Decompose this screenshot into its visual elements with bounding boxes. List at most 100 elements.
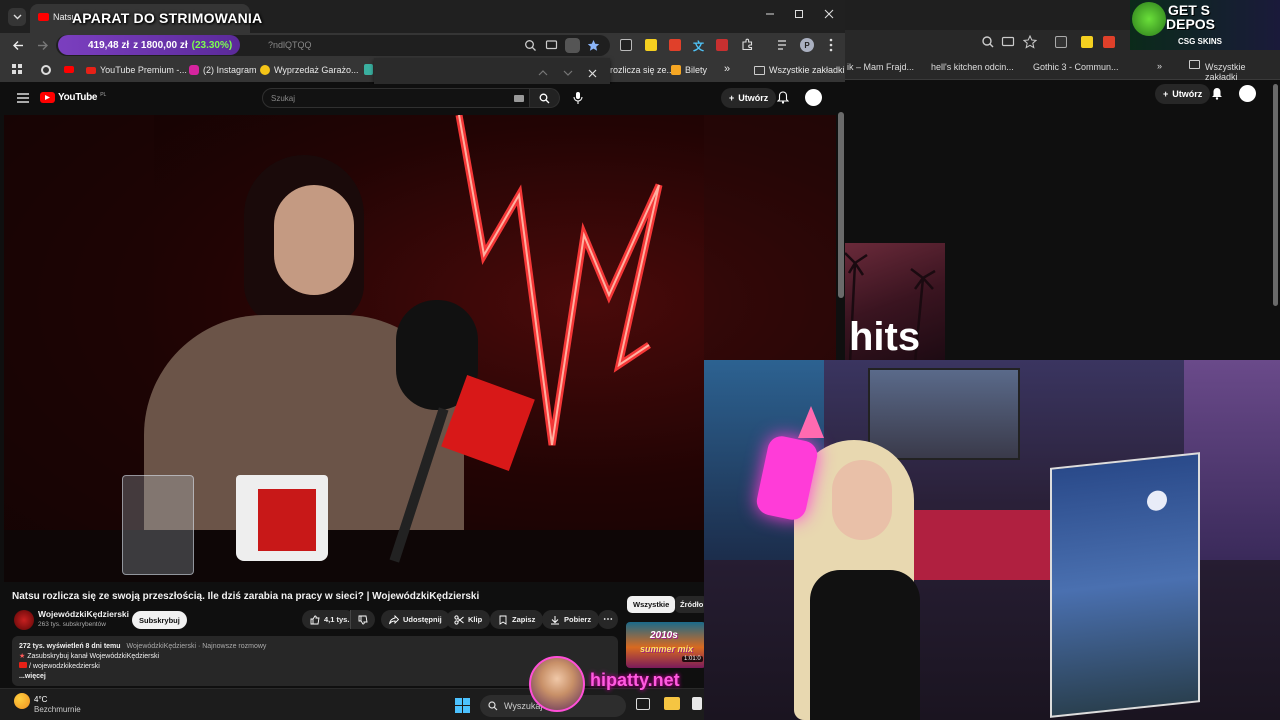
weather-description[interactable]: Bezchmurnie	[34, 705, 81, 714]
description-box[interactable]: 272 tys. wyświetleń 8 dni temu Wojewódzk…	[12, 636, 618, 686]
back-arrow-icon[interactable]	[12, 39, 25, 52]
thumbnail-text: hits	[849, 315, 921, 359]
notifications-bell-icon[interactable]	[777, 91, 789, 104]
chevron-up-icon[interactable]	[538, 70, 548, 76]
download-button[interactable]: Pobierz	[542, 610, 600, 629]
zoom-icon[interactable]	[524, 39, 537, 52]
person-face	[274, 185, 354, 295]
extension-icon[interactable]	[1081, 36, 1093, 48]
search-button[interactable]	[530, 88, 560, 108]
save-button[interactable]: Zapisz	[490, 610, 544, 629]
clip-button[interactable]: Klip	[446, 610, 491, 629]
goal-percent: (23.30%)	[191, 39, 233, 51]
recommended-video-thumbnail[interactable]: 2010s summer mix 1:01:0	[626, 622, 706, 668]
profile-avatar[interactable]: P	[800, 38, 814, 52]
zoom-icon[interactable]	[981, 35, 995, 49]
like-button[interactable]: 4,1 tys.	[302, 610, 356, 629]
close-icon[interactable]	[823, 8, 835, 20]
extension-icon[interactable]	[620, 39, 632, 51]
extension-icon[interactable]	[645, 39, 657, 51]
notifications-bell-icon[interactable]	[1211, 87, 1223, 100]
all-bookmarks-link[interactable]: Wszystkie zakładki	[754, 58, 845, 82]
video-title: Natsu rozlicza się ze swoją przeszłością…	[12, 591, 480, 602]
chevron-down-icon[interactable]	[563, 70, 573, 76]
red-couch	[904, 510, 1074, 580]
bookmark-item[interactable]: (2) Instagram	[189, 58, 257, 82]
youtube-header: YouTube PL Szukaj + Utwórz	[0, 84, 845, 112]
create-button[interactable]: + Utwórz	[721, 88, 777, 108]
weather-moon-icon[interactable]	[14, 693, 30, 709]
extension-icon[interactable]	[1055, 36, 1067, 48]
youtube-favicon-icon	[19, 662, 27, 668]
store-icon[interactable]	[692, 697, 702, 710]
more-actions-button[interactable]: ⋯	[598, 610, 618, 629]
media-controls-icon[interactable]	[777, 39, 790, 51]
create-button[interactable]: + Utwórz	[1155, 84, 1211, 104]
bookmark-item[interactable]: Gothic 3 - Commun...	[1033, 62, 1119, 72]
thumbs-up-icon	[310, 615, 320, 624]
extension-icon[interactable]	[716, 39, 728, 51]
cast-icon[interactable]	[1001, 35, 1015, 49]
youtube-logo[interactable]: YouTube PL	[40, 92, 106, 103]
translate-icon[interactable]: 文	[693, 38, 704, 54]
show-more-link[interactable]: ...więcej	[19, 672, 611, 682]
thumbs-down-icon	[358, 615, 368, 624]
bookmark-item[interactable]: hell's kitchen odcin...	[931, 62, 1014, 72]
bookmark-star-icon[interactable]	[1023, 35, 1037, 49]
cast-icon[interactable]	[545, 39, 558, 52]
kebab-menu-icon[interactable]	[829, 38, 833, 52]
tab-search-icon[interactable]	[8, 8, 26, 26]
minimize-icon[interactable]	[764, 8, 776, 20]
maximize-icon[interactable]	[793, 8, 805, 20]
search-icon	[488, 701, 498, 711]
csgo-skins-ad: GET S DEPOS CSG SKINS	[1130, 0, 1280, 50]
avatar[interactable]	[1239, 85, 1256, 102]
ticket-icon	[671, 65, 681, 75]
reader-mode-icon[interactable]	[565, 38, 580, 53]
dislike-button[interactable]	[350, 610, 375, 629]
description-link[interactable]: / wojewodzkikedzierski	[29, 663, 100, 670]
filter-chip-all[interactable]: Wszystkie	[627, 596, 676, 613]
close-icon[interactable]	[588, 69, 597, 78]
youtube-favicon-icon[interactable]	[64, 66, 74, 73]
hamburger-menu-icon[interactable]	[17, 93, 29, 103]
more-bookmarks-icon[interactable]: »	[1157, 61, 1162, 71]
find-input[interactable]	[382, 65, 532, 85]
background-scrollbar[interactable]	[1273, 84, 1278, 306]
github-icon[interactable]	[41, 65, 51, 75]
bookmark-item[interactable]: Wyprzedaż Garażo...	[260, 58, 358, 82]
share-button[interactable]: Udostępnij	[381, 610, 450, 629]
channel-name[interactable]: WojewódzkiKędzierski	[38, 609, 129, 619]
windows-start-icon[interactable]	[455, 698, 470, 713]
stream-goal-title: APARAT DO STRIMOWANIA	[72, 10, 263, 26]
forward-arrow-icon[interactable]	[36, 39, 49, 52]
apps-grid-icon[interactable]	[12, 64, 23, 75]
page-scrollbar[interactable]	[838, 112, 844, 298]
task-view-icon[interactable]	[636, 698, 650, 710]
plus-icon: +	[1163, 89, 1169, 99]
microphone-icon[interactable]	[573, 91, 583, 105]
bookmark-favicon-icon[interactable]	[364, 64, 373, 75]
streamer-top	[810, 570, 920, 720]
channel-avatar[interactable]	[14, 610, 34, 630]
folder-icon	[1189, 60, 1200, 69]
extensions-puzzle-icon[interactable]	[741, 38, 754, 51]
all-bookmarks-link[interactable]: Wszystkie zakładki	[1205, 62, 1280, 82]
search-input[interactable]: Szukaj	[262, 88, 530, 108]
bookmark-item[interactable]: YouTube Premium -...	[86, 58, 187, 82]
extension-icon[interactable]	[1103, 36, 1115, 48]
file-explorer-icon[interactable]	[664, 697, 680, 710]
weather-temperature[interactable]: 4°C	[34, 695, 47, 704]
mug	[236, 475, 328, 561]
avatar[interactable]	[805, 89, 822, 106]
bookmark-item[interactable]: ik – Mam Frajd...	[847, 62, 914, 72]
download-icon	[551, 615, 559, 624]
bookmark-star-icon[interactable]	[587, 39, 600, 52]
more-bookmarks-icon[interactable]: »	[724, 63, 730, 75]
subscribe-button[interactable]: Subskrybuj	[132, 611, 187, 629]
extension-icon[interactable]	[669, 39, 681, 51]
keyboard-icon[interactable]	[514, 95, 524, 102]
bookmark-item[interactable]: Bilety	[671, 58, 707, 82]
background-video-thumbnail[interactable]: hits	[845, 243, 945, 363]
hipatty-logo-text: hipatty.net	[590, 670, 680, 690]
